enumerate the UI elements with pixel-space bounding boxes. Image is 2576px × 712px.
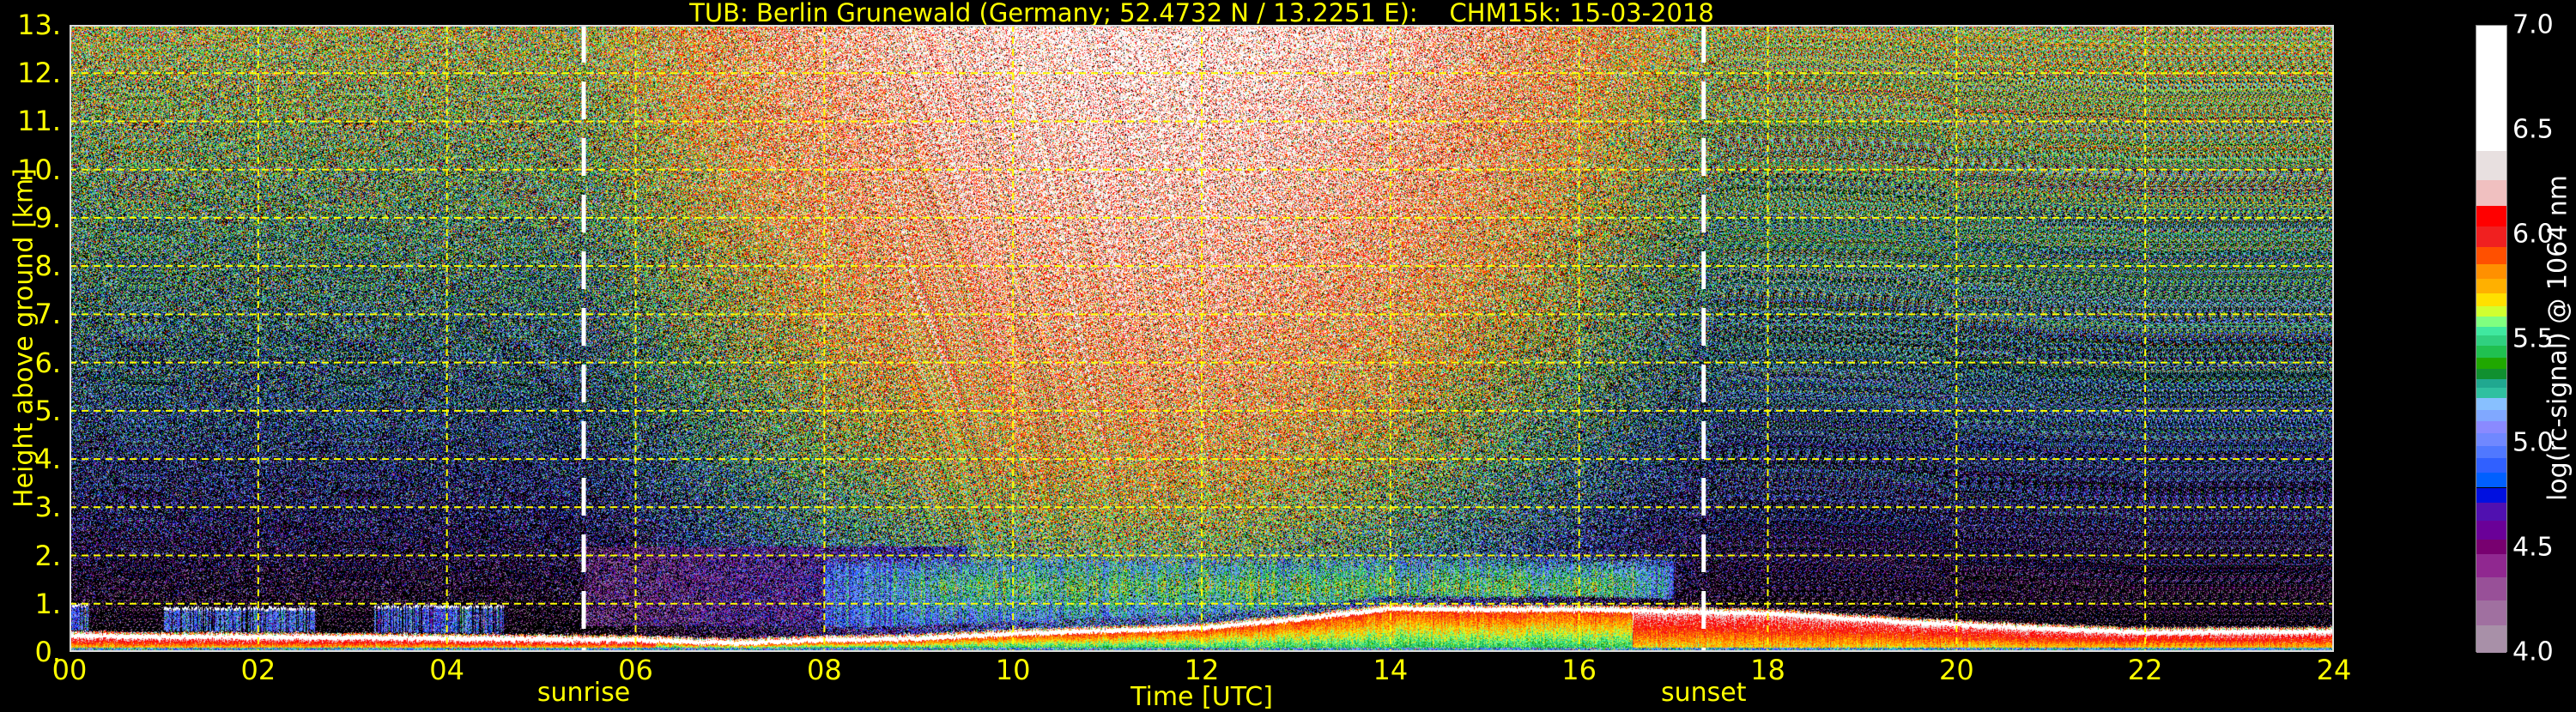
colorbar-segment: [2476, 226, 2506, 248]
x-axis-label: Time [UTC]: [1130, 682, 1273, 712]
colorbar-segment: [2476, 263, 2506, 279]
plot-overlay: [70, 25, 2334, 652]
colorbar-segment: [2476, 293, 2506, 306]
colorbar-segment: [2476, 458, 2506, 474]
colorbar-segment: [2476, 387, 2506, 398]
colorbar-segment: [2476, 410, 2506, 421]
colorbar: [2476, 25, 2507, 653]
colorbar-segment: [2476, 397, 2506, 411]
y-tick-label: 12.: [17, 57, 61, 90]
colorbar-segment: [2476, 577, 2506, 601]
sunset-label: sunset: [1660, 678, 1747, 708]
x-tick-label: 18: [1750, 654, 1785, 686]
x-tick-label: 20: [1938, 654, 1974, 686]
y-tick-label: 1.: [34, 587, 61, 620]
colorbar-segment: [2476, 205, 2506, 226]
colorbar-segment: [2476, 180, 2506, 206]
plot-area: [70, 25, 2334, 652]
colorbar-segment: [2476, 326, 2506, 335]
colorbar-tick-label: 4.5: [2512, 532, 2554, 563]
colorbar-tick-label: 4.0: [2512, 637, 2554, 667]
colorbar-segment: [2476, 345, 2506, 359]
colorbar-segment: [2476, 540, 2506, 555]
colorbar-segment: [2476, 433, 2506, 446]
colorbar-label: log(rc-signal) @ 1064 nm: [2543, 174, 2573, 502]
colorbar-tick-label: 6.5: [2512, 114, 2554, 145]
y-tick-label: 11.: [17, 105, 61, 138]
colorbar-segment: [2476, 335, 2506, 346]
colorbar-segment: [2476, 368, 2506, 379]
x-tick-label: 00: [52, 654, 88, 686]
colorbar-segment: [2476, 151, 2506, 181]
colorbar-segment: [2476, 247, 2506, 264]
colorbar-segment: [2476, 625, 2506, 653]
colorbar-segment: [2476, 554, 2506, 578]
colorbar-segment: [2476, 316, 2506, 327]
colorbar-segment: [2476, 445, 2506, 459]
colorbar-segment: [2476, 358, 2506, 369]
y-tick-label: 2.: [34, 539, 61, 572]
x-tick-label: 10: [995, 654, 1031, 686]
colorbar-segment: [2476, 278, 2506, 293]
colorbar-segment: [2476, 26, 2506, 114]
colorbar-segment: [2476, 378, 2506, 388]
colorbar-segment: [2476, 600, 2506, 626]
colorbar-segment: [2476, 305, 2506, 317]
chart-title: TUB: Berlin Grunewald (Germany; 52.4732 …: [689, 0, 1714, 27]
colorbar-segment: [2476, 521, 2506, 540]
colorbar-tick-label: 7.0: [2512, 9, 2554, 40]
x-tick-label: 08: [806, 654, 842, 686]
colorbar-segment: [2476, 113, 2506, 152]
x-tick-label: 24: [2316, 654, 2352, 686]
colorbar-segment: [2476, 473, 2506, 488]
x-tick-label: 02: [240, 654, 276, 686]
x-tick-label: 22: [2127, 654, 2163, 686]
x-tick-label: 14: [1373, 654, 1409, 686]
colorbar-segment: [2476, 487, 2506, 503]
x-tick-label: 16: [1561, 654, 1597, 686]
colorbar-segment: [2476, 420, 2506, 434]
colorbar-segment: [2476, 502, 2506, 522]
x-tick-label: 04: [429, 654, 465, 686]
y-tick-label: 13.: [17, 9, 61, 41]
sunrise-label: sunrise: [536, 678, 631, 708]
y-axis-label: Height above ground [km]: [9, 168, 39, 508]
